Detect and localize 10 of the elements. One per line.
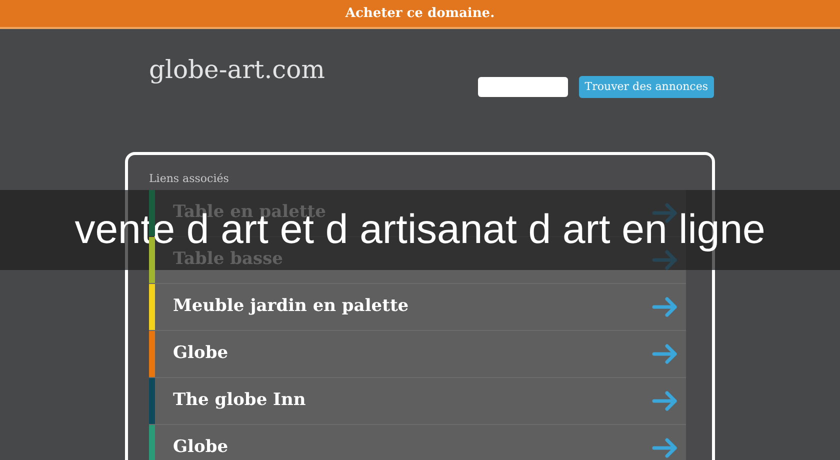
related-link[interactable]: Globe xyxy=(173,435,228,460)
related-link[interactable]: Globe xyxy=(173,341,228,367)
panel-title: Liens associés xyxy=(149,171,230,187)
arrow-right-icon[interactable] xyxy=(652,344,678,364)
related-link[interactable]: The globe Inn xyxy=(173,388,306,414)
arrow-right-icon[interactable] xyxy=(652,391,678,411)
search-field[interactable] xyxy=(478,77,568,97)
arrow-right-icon[interactable] xyxy=(652,438,678,458)
site-logo[interactable]: globe-art.com xyxy=(149,57,325,82)
arrow-right-icon[interactable] xyxy=(652,297,678,317)
